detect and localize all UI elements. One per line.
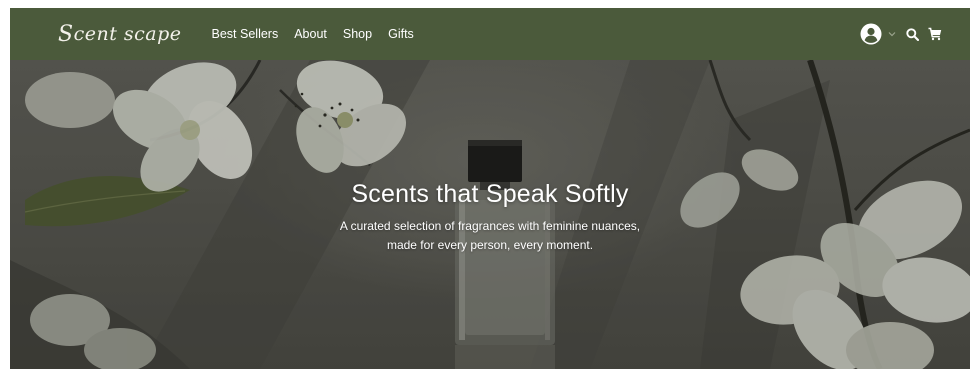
chevron-down-icon[interactable] [888, 31, 896, 37]
page-frame: S cent scape Best Sellers About Shop Gif… [10, 8, 970, 369]
hero-title: Scents that Speak Softly [351, 180, 629, 208]
navbar: S cent scape Best Sellers About Shop Gif… [10, 8, 970, 60]
hero-subtitle-line-2: made for every person, every moment. [386, 238, 594, 252]
hero-content: Scents that Speak Softly A curated selec… [10, 180, 970, 255]
brand-logo[interactable]: S cent scape [58, 22, 182, 47]
nav-links: Best Sellers About Shop Gifts [212, 27, 414, 41]
nav-link-shop[interactable]: Shop [343, 27, 372, 41]
user-circle-icon[interactable] [860, 23, 882, 45]
hero-subtitle: A curated selection of fragrances with f… [10, 217, 970, 255]
hero-subtitle-line-1: A curated selection of fragrances with f… [339, 219, 641, 233]
nav-actions [860, 23, 942, 45]
hero-banner: Scents that Speak Softly A curated selec… [10, 60, 970, 369]
logo-initial: S [58, 21, 74, 47]
logo-text: cent scape [73, 23, 182, 45]
nav-link-about[interactable]: About [294, 27, 327, 41]
search-icon[interactable] [906, 27, 919, 41]
cart-icon[interactable] [928, 27, 942, 41]
nav-link-best-sellers[interactable]: Best Sellers [212, 27, 279, 41]
nav-link-gifts[interactable]: Gifts [388, 27, 414, 41]
